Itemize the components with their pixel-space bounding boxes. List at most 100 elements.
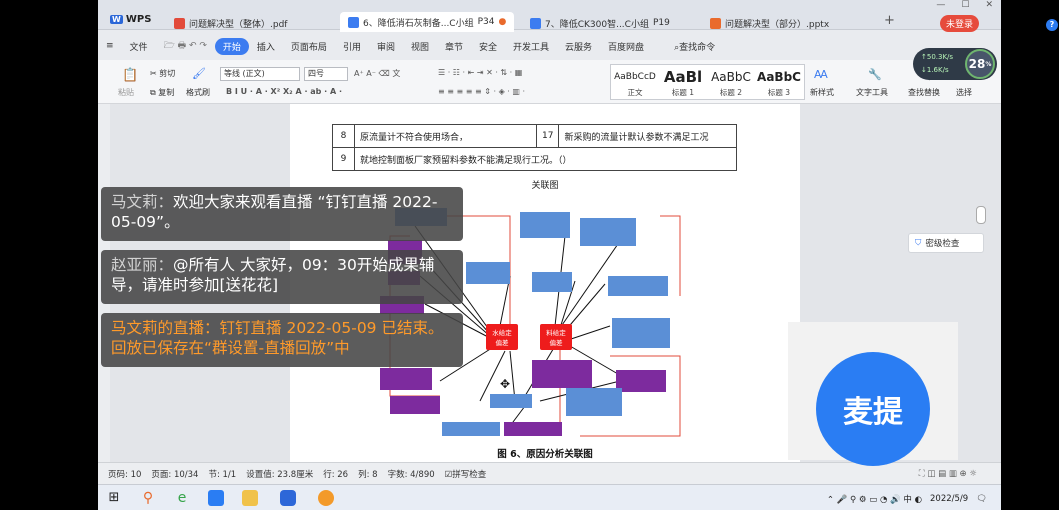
diagram-box (390, 396, 440, 414)
text-tool-button[interactable]: 文字工具 (856, 87, 888, 98)
select-button[interactable]: 选择 (956, 87, 972, 98)
percent-value: 28 (968, 57, 986, 71)
new-style-button[interactable]: 新样式 (810, 87, 834, 98)
menu-insert[interactable]: 插入 (249, 40, 283, 53)
diagram-box (616, 370, 666, 392)
secret-check-button[interactable]: ⛉ 密级检查 (908, 233, 984, 253)
quick-access-icons[interactable]: 🗁 🖶 ↶ ↷ (156, 38, 215, 54)
menu-hamburger-icon[interactable]: ≡ (98, 41, 122, 51)
close-icon[interactable]: ✕ (985, 0, 993, 10)
menu-bar: ≡ 文件 🗁 🖶 ↶ ↷ 开始 插入 页面布局 引用 审阅 视图 章节 安全 开… (98, 35, 1001, 57)
download-value: 1.6K/s (926, 66, 949, 74)
style-heading-1[interactable]: AaBl 标题 1 (659, 67, 707, 98)
table-cell: 原流量计不符合使用场合， (354, 124, 537, 148)
cpu-percent: 28% (965, 49, 995, 79)
menu-chapter[interactable]: 章节 (437, 40, 471, 53)
font-grow-shrink-icons[interactable]: A⁺ A⁻ ⌫ 文 (354, 68, 400, 79)
windows-start-icon[interactable]: ⊞ (106, 490, 122, 506)
wps-home[interactable]: W WPS (110, 14, 151, 25)
table-cell: 就地控制面板厂家预留料参数不能满足现行工况。（） (353, 147, 738, 171)
menu-devtools[interactable]: 开发工具 (505, 40, 557, 53)
doc-icon (348, 16, 359, 28)
size-select[interactable]: 四号 (304, 67, 348, 81)
figure-caption: 图 6、原因分析关联图 (497, 449, 593, 460)
upload-value: 50.3K/s (926, 53, 954, 61)
style-gallery: AaBbCcD 正文 AaBl 标题 1 AaBbC 标题 2 AaBbC 标题… (610, 64, 805, 100)
help-icon[interactable]: ? (1046, 19, 1058, 31)
menu-file[interactable]: 文件 (122, 40, 156, 53)
font-format-icons[interactable]: B I U · A · X² X₂ A · ab · A · (226, 87, 342, 96)
chat-sender: 马文莉 (111, 193, 158, 211)
tab-label: 7、降低CK300智...C小组 (545, 19, 649, 30)
find-replace-button[interactable]: 查找替换 (908, 87, 940, 98)
style-heading-3[interactable]: AaBbC 标题 3 (755, 67, 803, 98)
network-speed-widget[interactable]: ↑50.3K/s ↓1.6K/s 28% (913, 48, 997, 80)
menu-security[interactable]: 安全 (471, 40, 505, 53)
menu-start[interactable]: 开始 (214, 37, 249, 55)
system-tray: ⌃ 🎤 ⚲ ⚙ ▭ ◔ 🔊 中 ◐ 2022/5/9 🗨 (827, 493, 987, 505)
menu-layout[interactable]: 页面布局 (283, 40, 335, 53)
notification-icon[interactable]: 🗨 (976, 494, 987, 504)
maximize-icon[interactable]: ☐ (961, 0, 969, 10)
status-section: 节: 1/1 (208, 469, 237, 480)
paragraph-icons[interactable]: ☰ · ☷ · ⇤ ⇥ ✕ · ⇅ · ▦ (438, 68, 522, 77)
format-painter-button[interactable]: 格式刷 (186, 87, 210, 98)
style-heading-2[interactable]: AaBbC 标题 2 (707, 67, 755, 98)
tray-icons[interactable]: ⌃ 🎤 ⚲ ⚙ ▭ ◔ 🔊 中 ◐ (827, 493, 922, 505)
app-taskbar-icon[interactable] (318, 490, 334, 506)
scrollbar-thumb[interactable] (976, 206, 986, 224)
tab-page: P19 (652, 18, 670, 28)
chat-message: 赵亚丽：@所有人 大家好，09：30开始成果辅导，请准时参加[送花花] (101, 250, 463, 304)
diagram-box (532, 360, 592, 388)
center-label-water: 水给定 (492, 328, 512, 337)
wps-taskbar-icon[interactable] (280, 490, 296, 506)
menu-review[interactable]: 审阅 (369, 40, 403, 53)
view-mode-icons[interactable]: ⛶ ◫ ▤ ▥ ⊕ ☼ (919, 469, 977, 479)
tab-doc-6[interactable]: 6、降低消石灰制备...C小组 P34 ● (340, 12, 515, 32)
tab-doc-7[interactable]: 7、降低CK300智...C小组 P19 (522, 12, 678, 34)
search-icon[interactable]: ⚲ (140, 490, 156, 506)
search-command[interactable]: ⌕查找命令 (666, 40, 723, 53)
menu-view[interactable]: 视图 (403, 40, 437, 53)
tray-date: 2022/5/9 (930, 494, 969, 504)
menu-cloud[interactable]: 云服务 (557, 40, 600, 53)
font-select[interactable]: 等线 (正文) (220, 67, 300, 81)
align-icons[interactable]: ≡ ≡ ≡ ≡ ≡ ⇕ · ◈ · ▥ · (438, 87, 525, 96)
minimize-icon[interactable]: — (936, 0, 945, 10)
menu-baidu[interactable]: 百度网盘 (600, 40, 652, 53)
diagram-box (520, 212, 570, 238)
copy-button[interactable]: ⧉ 复制 (150, 87, 174, 98)
tab-bar: W WPS 问题解决型（整体）.pdf 6、降低消石灰制备...C小组 P34 … (98, 0, 1001, 32)
paste-icon[interactable]: 📋 (122, 68, 138, 83)
menu-reference[interactable]: 引用 (335, 40, 369, 53)
chat-message-live-ended: 马文莉的直播：钉钉直播 2022-05-09 已结束。回放已保存在“群设置-直播… (101, 313, 463, 367)
status-col: 列: 8 (358, 469, 378, 480)
login-button[interactable]: 未登录 (940, 15, 980, 32)
spell-check-button[interactable]: ☑拼写检查 (445, 468, 487, 480)
tab-label: 问题解决型（部分）.pptx (725, 19, 830, 30)
paste-label[interactable]: 粘贴 (118, 87, 134, 98)
folder-icon[interactable] (242, 490, 258, 506)
diagram-box (532, 272, 572, 292)
status-words[interactable]: 字数: 4/890 (388, 468, 435, 480)
dingtalk-icon[interactable] (208, 490, 224, 506)
wps-label: WPS (125, 14, 152, 25)
cut-button[interactable]: ✂ 剪切 (150, 68, 175, 79)
secret-check-label: 密级检查 (925, 239, 960, 249)
new-style-icon: Ꜳ (814, 68, 828, 81)
cause-table: 8 原流量计不符合使用场合， 17 新采购的流量计默认参数不满足工况 9 就地控… (332, 124, 738, 171)
tab-page: P34 (477, 17, 495, 27)
tab-pptx[interactable]: 问题解决型（部分）.pptx (702, 12, 837, 34)
mic-request-button[interactable]: 麦提 (816, 352, 930, 466)
new-tab-icon[interactable]: + (884, 13, 895, 28)
status-row: 行: 26 (323, 469, 349, 480)
ribbon: 📋 粘贴 ✂ 剪切 ⧉ 复制 格式刷 🖌 等线 (正文) 四号 A⁺ A⁻ ⌫ … (98, 60, 1001, 104)
tab-pdf[interactable]: 问题解决型（整体）.pdf (166, 12, 295, 34)
table-cell: 9 (332, 147, 355, 171)
modified-dot-icon: ● (498, 17, 507, 27)
status-page: 页码: 10 (108, 469, 142, 480)
cut-label: 剪切 (159, 69, 176, 78)
style-normal[interactable]: AaBbCcD 正文 (611, 67, 659, 98)
browser-icon[interactable]: e (174, 490, 190, 506)
wps-logo-icon: W (110, 15, 123, 24)
